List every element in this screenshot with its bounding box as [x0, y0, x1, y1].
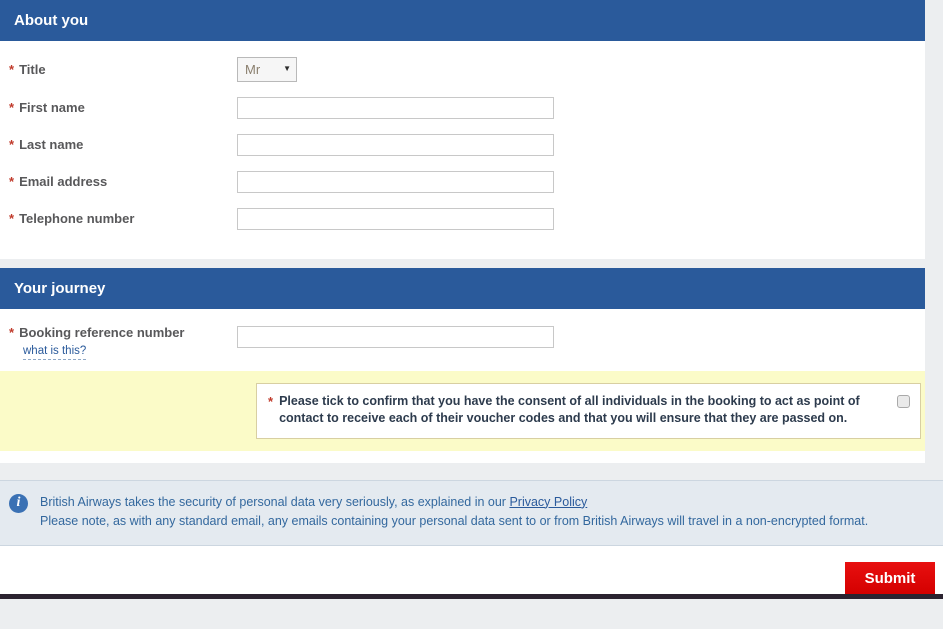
booking-reference-input[interactable] — [237, 326, 554, 348]
form-row-first-name: * First name — [0, 89, 925, 126]
chevron-down-icon: ▼ — [283, 64, 291, 73]
label-cell-first-name: * First name — [0, 100, 237, 115]
label-booking-reference: Booking reference number — [19, 325, 185, 340]
form-row-email-address: * Email address — [0, 163, 925, 200]
privacy-notice-text: British Airways takes the security of pe… — [40, 493, 868, 532]
section-title-your-journey: Your journey — [14, 280, 106, 297]
label-cell-booking-reference: * Booking reference number what is this? — [0, 325, 237, 360]
about-you-panel: * Title Mr ▼ * First name * Last name * … — [0, 41, 925, 259]
title-select[interactable]: Mr ▼ — [237, 56, 297, 82]
email-address-input[interactable] — [237, 170, 554, 193]
label-last-name: Last name — [19, 137, 84, 152]
privacy-notice: i British Airways takes the security of … — [0, 479, 943, 547]
form-row-last-name: * Last name — [0, 126, 925, 163]
consent-band: * Please tick to confirm that you have t… — [0, 371, 925, 451]
form-row-title: * Title Mr ▼ — [0, 41, 925, 89]
section-header-about-you: About you — [0, 0, 925, 41]
what-is-this-link[interactable]: what is this? — [23, 345, 87, 360]
form-row-booking-reference: * Booking reference number what is this? — [0, 309, 925, 371]
form-row-telephone-number: * Telephone number — [0, 200, 925, 237]
submit-area: Submit — [0, 546, 943, 595]
label-cell-telephone-number: * Telephone number — [0, 211, 237, 226]
telephone-number-input[interactable] — [237, 207, 554, 230]
title-select-value: Mr — [245, 61, 261, 77]
booking-reference-input-wrap — [237, 325, 554, 348]
required-asterisk: * — [268, 394, 274, 409]
required-asterisk: * — [9, 325, 15, 340]
label-first-name: First name — [19, 100, 85, 115]
privacy-line-2: Please note, as with any standard email,… — [40, 513, 869, 528]
label-telephone-number: Telephone number — [19, 211, 135, 226]
label-title: Title — [19, 61, 46, 77]
info-icon: i — [9, 493, 28, 513]
panel-bottom-padding — [0, 450, 925, 463]
section-divider — [0, 259, 943, 268]
label-cell-title: * Title — [0, 62, 237, 77]
booking-label-line: * Booking reference number — [9, 325, 237, 340]
label-email-address: Email address — [19, 174, 108, 189]
label-cell-last-name: * Last name — [0, 137, 237, 152]
privacy-line-1: British Airways takes the security of pe… — [40, 494, 506, 509]
submit-button[interactable]: Submit — [845, 562, 935, 595]
consent-box: * Please tick to confirm that you have t… — [256, 383, 921, 439]
privacy-notice-wrap: i British Airways takes the security of … — [0, 462, 943, 547]
consent-checkbox[interactable] — [897, 395, 910, 408]
voucher-claim-form-page: About you * Title Mr ▼ * First name * La… — [0, 0, 943, 629]
required-asterisk: * — [9, 211, 15, 226]
consent-text: Please tick to confirm that you have the… — [279, 394, 860, 426]
required-asterisk: * — [9, 137, 15, 152]
label-cell-email-address: * Email address — [0, 174, 237, 189]
first-name-input[interactable] — [237, 96, 554, 119]
page-bottom-strip — [0, 594, 943, 600]
required-asterisk: * — [9, 61, 15, 77]
last-name-input[interactable] — [237, 133, 554, 156]
your-journey-panel: * Booking reference number what is this?… — [0, 309, 925, 463]
required-asterisk: * — [9, 100, 15, 115]
required-asterisk: * — [9, 174, 15, 189]
section-header-your-journey: Your journey — [0, 268, 925, 309]
section-title-about-you: About you — [14, 12, 89, 29]
info-icon-glyph: i — [16, 495, 21, 510]
privacy-policy-link[interactable]: Privacy Policy — [509, 495, 587, 509]
